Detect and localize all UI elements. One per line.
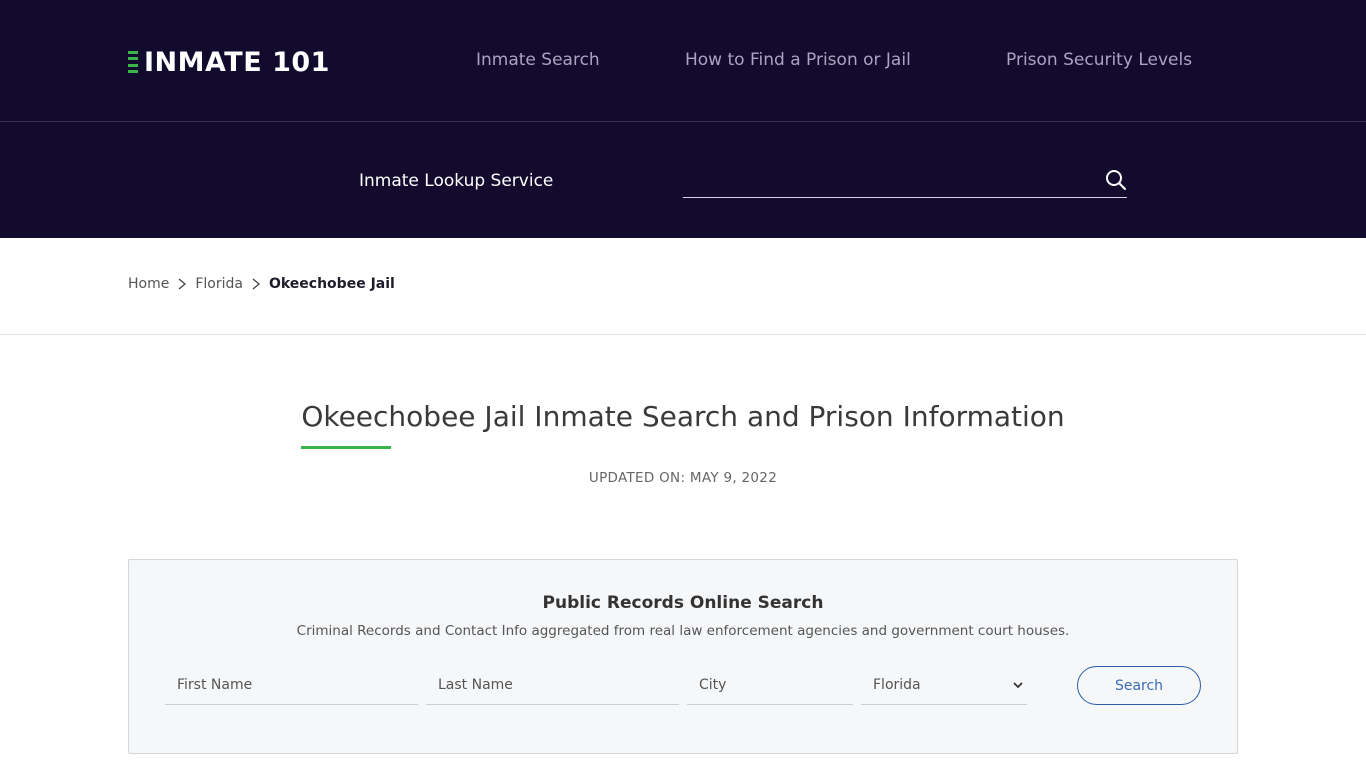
search-box-title: Public Records Online Search <box>542 593 824 613</box>
breadcrumb: Home Florida Okeechobee Jail <box>128 276 395 292</box>
nav-item-find-prison[interactable]: How to Find a Prison or Jail <box>685 50 911 70</box>
search-button[interactable]: Search <box>1077 666 1201 705</box>
search-icon[interactable] <box>1105 169 1127 191</box>
title-underline <box>301 446 392 449</box>
breadcrumb-florida[interactable]: Florida <box>195 276 243 292</box>
top-navigation-bar: INMATE 101 Inmate Search How to Find a P… <box>0 0 1366 122</box>
first-name-input[interactable] <box>165 667 418 703</box>
first-name-field <box>165 667 418 705</box>
lookup-label: Inmate Lookup Service <box>359 171 554 191</box>
city-field <box>687 667 853 705</box>
lookup-bar: Inmate Lookup Service <box>0 123 1366 238</box>
last-name-input[interactable] <box>426 667 679 703</box>
logo-bars-icon <box>128 51 138 73</box>
breadcrumb-home[interactable]: Home <box>128 276 169 292</box>
updated-date: UPDATED ON: MAY 9, 2022 <box>588 470 778 486</box>
logo-text: INMATE 101 <box>144 46 330 78</box>
nav-item-security-levels[interactable]: Prison Security Levels <box>1006 50 1192 70</box>
search-box-subtitle: Criminal Records and Contact Info aggreg… <box>296 623 1070 639</box>
state-field: Florida <box>861 667 1027 705</box>
page-title-wrap: Okeechobee Jail Inmate Search and Prison… <box>0 400 1366 449</box>
nav-item-inmate-search[interactable]: Inmate Search <box>476 50 600 70</box>
public-records-search-box: Public Records Online Search Criminal Re… <box>128 559 1238 754</box>
chevron-right-icon <box>178 278 187 290</box>
site-logo[interactable]: INMATE 101 <box>128 46 330 78</box>
site-header: INMATE 101 Inmate Search How to Find a P… <box>0 0 1366 238</box>
lookup-search-input[interactable] <box>683 163 1093 197</box>
chevron-right-icon <box>252 278 260 290</box>
city-input[interactable] <box>687 667 853 703</box>
last-name-field <box>426 667 679 705</box>
state-select[interactable]: Florida <box>861 667 1027 703</box>
page-title: Okeechobee Jail Inmate Search and Prison… <box>301 400 1065 449</box>
breadcrumb-bar: Home Florida Okeechobee Jail <box>0 238 1366 335</box>
lookup-search-field <box>683 163 1127 198</box>
page-title-text: Okeechobee Jail Inmate Search and Prison… <box>301 400 1065 433</box>
breadcrumb-current: Okeechobee Jail <box>268 276 395 292</box>
